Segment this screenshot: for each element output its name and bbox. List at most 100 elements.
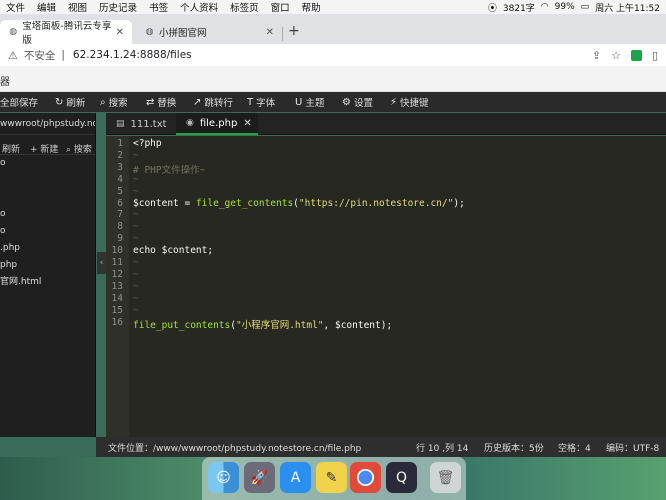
browser-tab-baota[interactable]: ◍ 宝塔面板-腾讯云专享版 ✕: [0, 20, 132, 46]
tree-item[interactable]: o: [0, 206, 95, 223]
history-versions[interactable]: 历史版本：5份: [484, 441, 544, 454]
page-header: 器: [0, 66, 666, 92]
menu-profile[interactable]: 个人资料: [174, 0, 224, 14]
code-line[interactable]: ~: [133, 257, 139, 268]
code-line[interactable]: ~: [133, 305, 139, 316]
close-icon[interactable]: ✕: [116, 27, 124, 38]
tree-search-button[interactable]: ⌕ 搜索: [66, 142, 92, 155]
settings-label: 设置: [353, 98, 373, 109]
menu-bookmarks[interactable]: 书签: [143, 0, 174, 14]
insecure-label[interactable]: 不安全: [24, 48, 56, 63]
menu-window[interactable]: 窗口: [265, 0, 296, 14]
line-number: 12: [111, 268, 123, 280]
code-line[interactable]: ~: [133, 269, 139, 280]
code-line[interactable]: ~: [133, 281, 139, 292]
line-number: 2: [117, 149, 123, 161]
tree-item[interactable]: [0, 189, 95, 206]
refresh-button[interactable]: ↻ 刷新: [55, 95, 85, 110]
app-store-icon[interactable]: A: [280, 462, 311, 493]
menu-view[interactable]: 视图: [62, 0, 93, 14]
tree-item[interactable]: o: [0, 155, 95, 172]
lightning-icon: ⚡: [390, 96, 398, 108]
goto-line-button[interactable]: ↗ 跳转行: [193, 95, 233, 110]
code-line[interactable]: echo $content;: [133, 245, 213, 256]
chrome-icon[interactable]: [350, 462, 381, 493]
menu-history[interactable]: 历史记录: [93, 0, 143, 14]
code-line[interactable]: ~: [133, 293, 139, 304]
file-icon: ▤: [116, 119, 125, 129]
line-number: 8: [117, 221, 123, 233]
editor-tab-label: 111.txt: [130, 118, 167, 130]
tree-item[interactable]: o: [0, 223, 95, 240]
code-line[interactable]: ~: [133, 233, 139, 244]
tree-item[interactable]: 官网.html: [0, 274, 95, 291]
tree-refresh-button[interactable]: 刷新: [2, 142, 20, 155]
bookmark-star-icon[interactable]: ☆: [611, 49, 621, 62]
tree-path[interactable]: wwwroot/phpstudy.notestore...: [0, 113, 95, 135]
shortcuts-button[interactable]: ⚡ 快捷键: [390, 95, 429, 110]
share-icon[interactable]: ⇪: [592, 49, 601, 62]
line-number: 9: [117, 233, 123, 245]
collapse-sidebar-button[interactable]: ‹: [97, 252, 106, 274]
code-line[interactable]: file_put_contents("小程序官网.html", $content…: [133, 317, 392, 331]
quicktime-icon[interactable]: Q: [386, 462, 417, 493]
code-editor[interactable]: 1 <?php 2 ~3 # PHP文件操作~ 4 ~5 ~6 $content = file_…: [106, 136, 666, 437]
record-icon[interactable]: ⦿: [488, 1, 497, 14]
url-input[interactable]: 62.234.1.24:8888/files: [73, 49, 192, 61]
clock[interactable]: 周六 上午11:52: [595, 1, 660, 14]
menu-tabs[interactable]: 标签页: [224, 0, 265, 14]
network-speed: 3821字: [502, 3, 535, 14]
line-number: 4: [117, 173, 123, 185]
stickies-icon[interactable]: ✎: [316, 462, 347, 493]
warning-icon[interactable]: ⚠: [8, 49, 18, 62]
search-button[interactable]: ⌕ 搜索: [100, 95, 128, 110]
dock: ☺ 🚀 A ✎ Q 🗑: [202, 457, 466, 500]
page-title: 器: [0, 77, 10, 88]
menu-help[interactable]: 帮助: [296, 0, 327, 14]
code-line[interactable]: ~: [133, 209, 139, 220]
close-icon[interactable]: ✕: [266, 27, 274, 38]
editor-tab-111-txt[interactable]: ▤ 111.txt: [106, 113, 170, 135]
code-line[interactable]: ~: [133, 186, 139, 197]
theme-button[interactable]: U 主题: [295, 95, 324, 110]
launchpad-icon[interactable]: 🚀: [244, 462, 275, 493]
code-line[interactable]: <?php: [133, 138, 162, 149]
finder-icon[interactable]: ☺: [208, 462, 239, 493]
line-number: 14: [111, 292, 123, 304]
cursor-position[interactable]: 行 10 ,列 14: [416, 441, 468, 454]
encoding-setting[interactable]: 编码：UTF-8: [606, 441, 659, 454]
tree-new-button[interactable]: + 新建: [30, 142, 58, 155]
php-file-icon: ◉: [186, 118, 194, 128]
tree-item[interactable]: [0, 172, 95, 189]
tree-actions: 刷新 + 新建 ⌕ 搜索: [0, 135, 95, 155]
wifi-icon[interactable]: ◠: [541, 2, 549, 12]
close-icon[interactable]: ✕: [243, 118, 251, 129]
sidebar-icon[interactable]: ▯: [652, 49, 658, 62]
code-line[interactable]: ~: [133, 221, 139, 232]
tree-item[interactable]: php: [0, 257, 95, 274]
line-number: 11: [111, 257, 123, 268]
status-bar: 文件位置：/www/wwwroot/phpstudy.notestore.cn/…: [96, 437, 666, 457]
font-button[interactable]: T 字体: [247, 95, 276, 110]
font-label: 字体: [256, 98, 276, 109]
menu-edit[interactable]: 编辑: [31, 0, 62, 14]
extension-icon[interactable]: [630, 49, 642, 61]
settings-button[interactable]: ⚙ 设置: [342, 95, 373, 110]
code-line[interactable]: # PHP文件操作~: [133, 162, 205, 176]
line-number: 1: [117, 138, 123, 149]
replace-button[interactable]: ⇄ 替换: [146, 95, 176, 110]
editor-tab-file-php[interactable]: ◉ file.php ✕: [176, 113, 258, 135]
code-line[interactable]: ~: [133, 150, 139, 161]
indent-setting[interactable]: 空格：4: [558, 441, 591, 454]
file-location: 文件位置：/www/wwwroot/phpstudy.notestore.cn/…: [108, 444, 362, 454]
browser-tab-xiaopintu[interactable]: ◍ 小拼图官网 ✕: [136, 20, 282, 44]
code-line[interactable]: $content = file_get_contents("https://pi…: [133, 198, 465, 209]
new-tab-button[interactable]: +: [288, 23, 300, 39]
menu-file[interactable]: 文件: [0, 0, 31, 14]
tree-item[interactable]: .php: [0, 240, 95, 257]
trash-icon[interactable]: 🗑: [430, 462, 461, 493]
battery-icon[interactable]: ▭: [581, 2, 590, 12]
code-line[interactable]: ~: [133, 174, 139, 185]
save-all-button[interactable]: 全部保存: [0, 95, 38, 109]
line-number: 6: [117, 197, 123, 209]
